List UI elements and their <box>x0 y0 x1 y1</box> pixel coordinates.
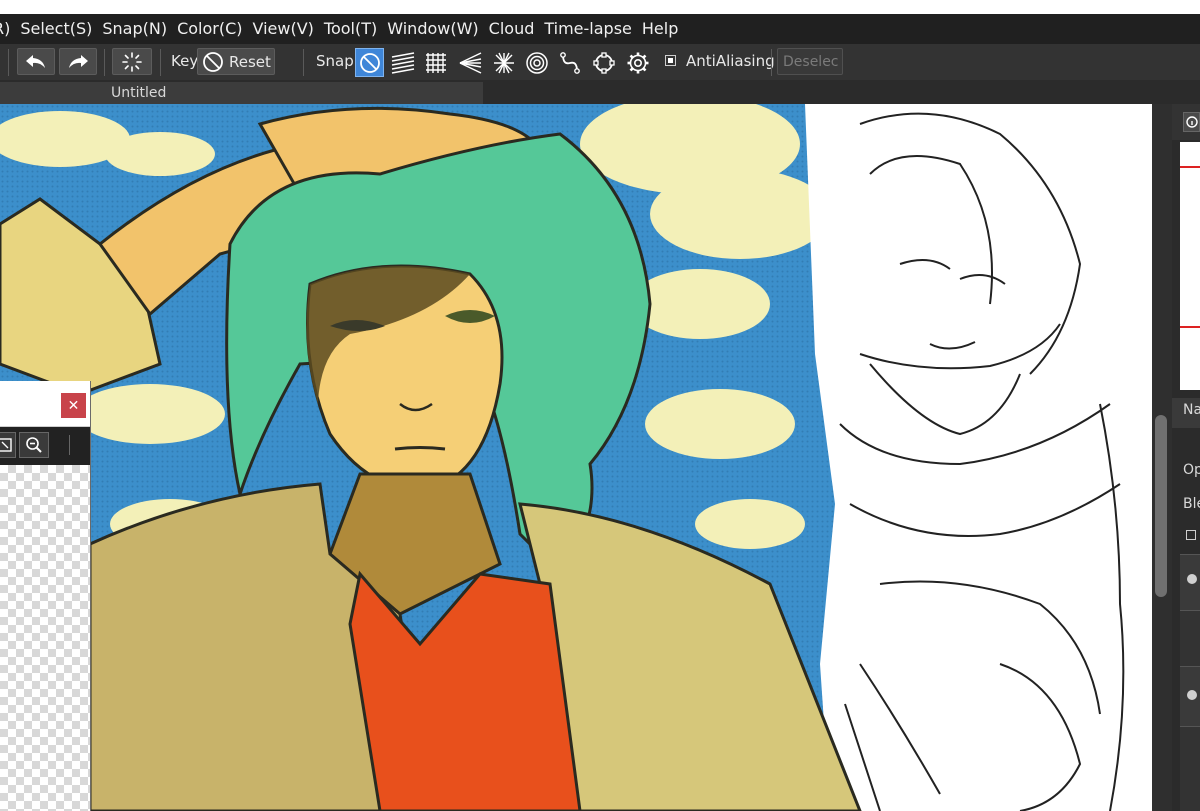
layer-item[interactable] <box>1180 610 1200 667</box>
toolbar-separator <box>104 49 105 76</box>
navigator-frame-line <box>1180 326 1200 328</box>
menu-help[interactable]: Help <box>637 14 683 44</box>
snap-parallel-button[interactable] <box>388 48 417 77</box>
antialiasing-checkbox[interactable] <box>665 55 676 66</box>
menu-color[interactable]: Color(C) <box>172 14 247 44</box>
snap-curve-button[interactable] <box>555 48 584 77</box>
transform-icon <box>122 51 142 72</box>
antialiasing-label: AntiAliasing <box>686 52 775 70</box>
snap-label: Snap <box>316 52 354 70</box>
snap-ellipse-button[interactable] <box>589 48 618 77</box>
floating-window-toolbar <box>0 427 90 465</box>
fit-window-icon <box>0 438 12 452</box>
checkbox-mark <box>668 58 673 63</box>
reset-button[interactable]: Reset <box>197 48 275 75</box>
settings-gear-icon <box>627 52 648 73</box>
shirt <box>348 570 582 811</box>
menu-time-lapse[interactable]: Time-lapse <box>539 14 637 44</box>
snap-radial-button[interactable] <box>489 48 518 77</box>
opacity-label: Op <box>1183 462 1200 478</box>
toolbar-separator <box>8 49 9 76</box>
undo-icon <box>26 54 45 68</box>
menu-window[interactable]: Window(W) <box>382 14 483 44</box>
toolbar-separator <box>69 435 70 455</box>
panel-divider <box>1172 428 1200 454</box>
close-icon: ✕ <box>67 397 80 414</box>
mouth <box>394 446 446 451</box>
snap-settings-button[interactable] <box>623 48 652 77</box>
layer-checkbox[interactable] <box>1186 530 1196 540</box>
document-tab[interactable]: Untitled <box>0 82 483 104</box>
curve-icon <box>559 51 580 74</box>
reset-label: Reset <box>229 52 271 71</box>
navigator-preview <box>1180 142 1200 390</box>
snap-grid-button[interactable] <box>421 48 450 77</box>
menu-bar: R) Select(S) Snap(N) Color(C) View(V) To… <box>0 14 1200 44</box>
transparent-canvas-preview[interactable] <box>0 465 90 811</box>
floating-window: ✕ <box>0 381 91 811</box>
parallel-lines-icon <box>391 51 414 74</box>
undo-button[interactable] <box>17 48 55 75</box>
right-side-panel: Na Op Ble <box>1172 104 1200 811</box>
sketch-area <box>805 104 1152 811</box>
radial-lines-icon <box>493 52 514 73</box>
key-label: Key <box>171 52 199 70</box>
canvas-scrollbar-thumb[interactable] <box>1155 415 1167 597</box>
document-tab-title: Untitled <box>111 85 167 101</box>
deselect-button[interactable]: Deselec <box>777 48 843 75</box>
zoom-out-button[interactable] <box>19 432 49 458</box>
artwork <box>0 104 1152 811</box>
toolbar: Key Reset Snap AntiAliasing Deselec <box>0 44 1200 80</box>
menu-snap[interactable]: Snap(N) <box>97 14 172 44</box>
snap-concentric-button[interactable] <box>522 48 551 77</box>
no-snap-icon <box>203 51 223 72</box>
navigator-panel-label: Na <box>1183 402 1200 418</box>
toolbar-separator <box>160 49 161 76</box>
redo-button[interactable] <box>59 48 97 75</box>
no-snap-icon <box>359 52 380 73</box>
navigator-frame-line <box>1180 166 1200 168</box>
redo-icon <box>69 54 88 68</box>
document-tab-bar: Untitled <box>0 80 1200 104</box>
fit-window-button[interactable] <box>0 432 16 458</box>
layer-visibility-toggle[interactable] <box>1187 690 1197 700</box>
menu-view[interactable]: View(V) <box>248 14 319 44</box>
info-icon <box>1185 116 1198 128</box>
layer-item[interactable] <box>1180 726 1200 811</box>
menu-cloud[interactable]: Cloud <box>484 14 540 44</box>
blending-label: Ble <box>1183 496 1200 512</box>
snap-off-button[interactable] <box>355 48 384 77</box>
info-button[interactable] <box>1183 112 1200 132</box>
toolbar-separator <box>303 49 304 76</box>
close-button[interactable]: ✕ <box>61 393 86 418</box>
deselect-label: Deselec <box>783 53 839 70</box>
concentric-circles-icon <box>525 51 548 74</box>
ellipse-icon <box>592 51 615 74</box>
layer-visibility-toggle[interactable] <box>1187 574 1197 584</box>
transform-button[interactable] <box>112 48 152 75</box>
menu-tool[interactable]: Tool(T) <box>319 14 382 44</box>
snap-vanishing-point-button[interactable] <box>455 48 484 77</box>
zoom-out-icon <box>26 437 42 453</box>
menu-edit[interactable]: R) <box>0 14 15 44</box>
window-title-strip <box>0 0 1200 14</box>
grid-icon <box>425 52 446 73</box>
floating-window-titlebar[interactable]: ✕ <box>0 381 90 427</box>
toolbar-separator <box>771 49 772 76</box>
menu-select[interactable]: Select(S) <box>15 14 97 44</box>
vanishing-point-icon <box>459 51 481 74</box>
drawing-canvas[interactable] <box>0 104 1152 811</box>
